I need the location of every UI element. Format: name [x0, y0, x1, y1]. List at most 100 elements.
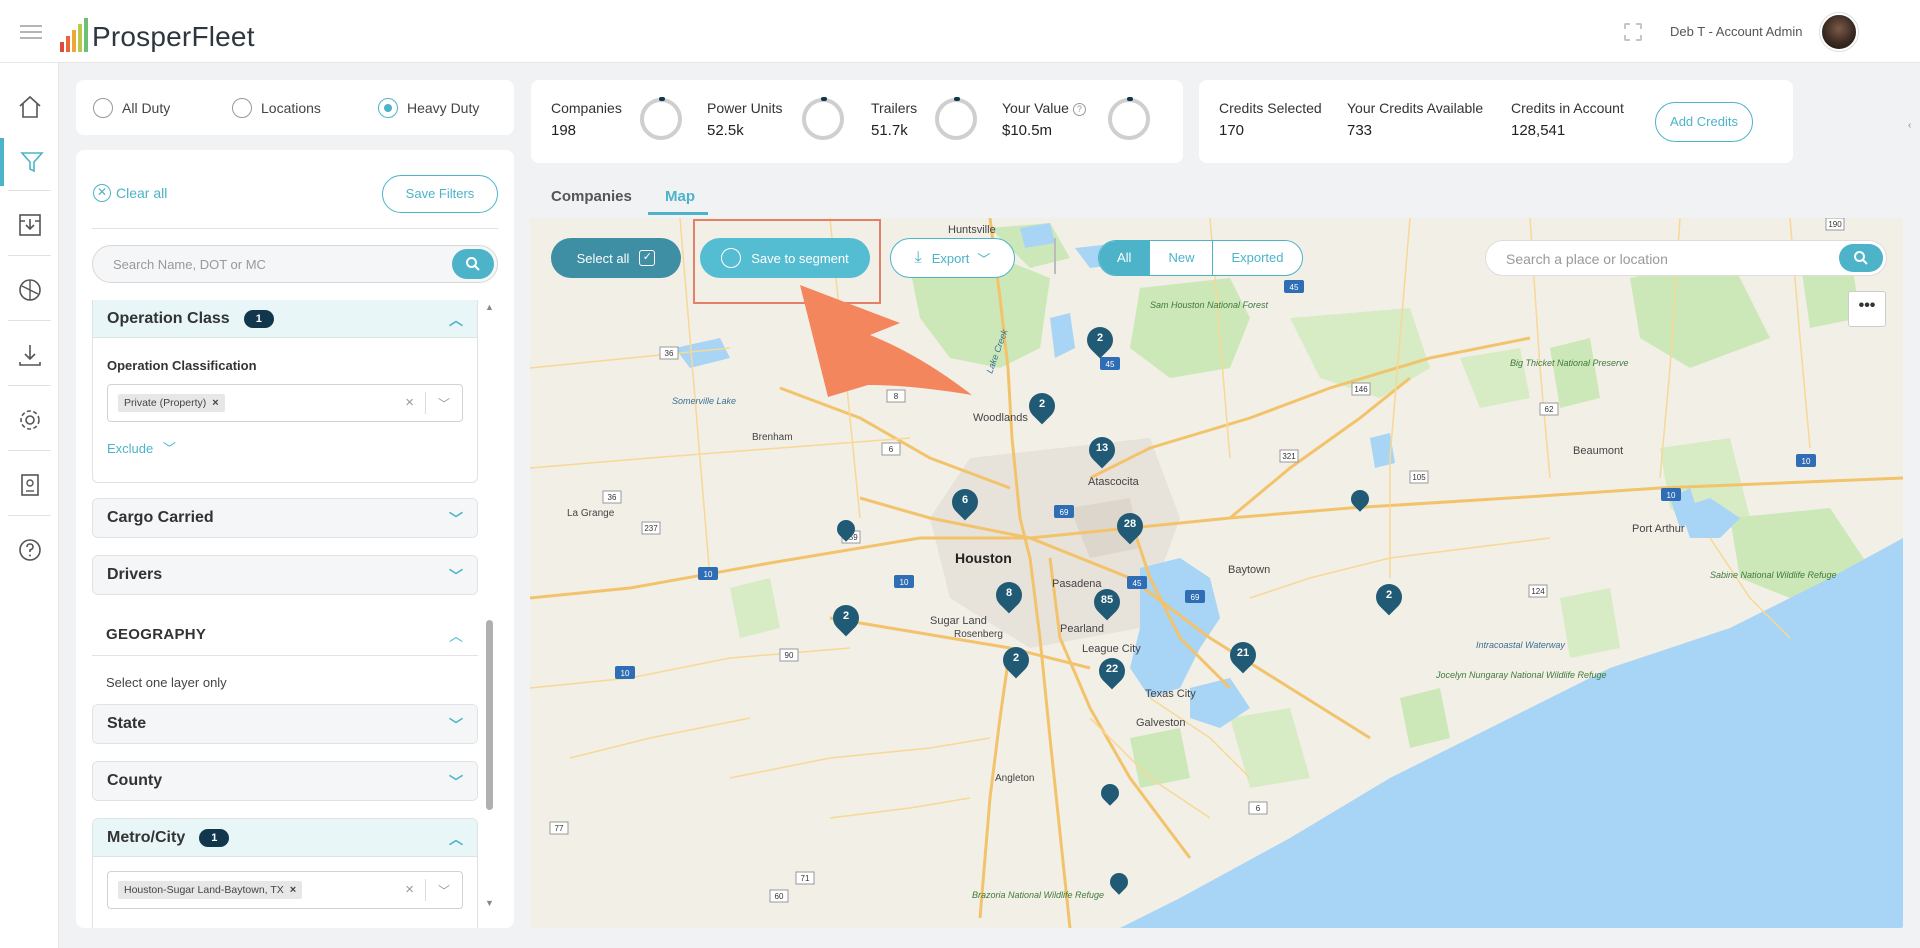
- geography-title[interactable]: GEOGRAPHY: [106, 626, 206, 643]
- map-marker[interactable]: 2: [827, 599, 865, 637]
- map-marker[interactable]: [1347, 486, 1373, 512]
- highway-shield-label: 10: [900, 578, 909, 587]
- map-base: Huntsville Woodlands Atascocita Baytown …: [530, 218, 1903, 928]
- map-marker[interactable]: 2: [1081, 321, 1119, 359]
- menu-toggle-icon[interactable]: [20, 25, 42, 39]
- clear-icon[interactable]: ×: [405, 394, 414, 411]
- radio-heavy-duty[interactable]: Heavy Duty: [378, 98, 479, 118]
- map-marker[interactable]: 8: [990, 576, 1028, 614]
- map-marker[interactable]: 21: [1224, 636, 1262, 674]
- drivers-header[interactable]: Drivers ﹀: [93, 556, 477, 594]
- map-marker[interactable]: 6: [946, 483, 984, 521]
- top-bar: ProsperFleet Deb T - Account Admin: [0, 0, 1920, 63]
- map-marker[interactable]: 2: [1370, 578, 1408, 616]
- chevron-up-icon[interactable]: ︿: [449, 626, 463, 646]
- import-icon[interactable]: [0, 203, 59, 247]
- chevron-down-icon[interactable]: ﹀: [438, 882, 450, 899]
- scroll-down-arrow-icon[interactable]: ▼: [485, 898, 494, 908]
- home-icon[interactable]: [0, 85, 59, 129]
- selected-chip: Private (Property) ×: [118, 394, 225, 412]
- add-credits-button[interactable]: Add Credits: [1655, 102, 1753, 142]
- stat-label: Credits Selected: [1219, 100, 1322, 116]
- map-canvas[interactable]: Huntsville Woodlands Atascocita Baytown …: [530, 218, 1903, 928]
- tab-companies[interactable]: Companies: [551, 188, 632, 205]
- county-section[interactable]: County ﹀: [92, 761, 478, 801]
- clipboard-icon[interactable]: [0, 463, 59, 507]
- operation-classification-select[interactable]: Private (Property) × × ﹀: [107, 384, 463, 422]
- logo[interactable]: ProsperFleet: [60, 16, 255, 52]
- avatar[interactable]: [1820, 13, 1858, 51]
- highway-shield-label: 10: [704, 570, 713, 579]
- cargo-carried-header[interactable]: Cargo Carried ﹀: [93, 499, 477, 537]
- search-icon[interactable]: [1839, 244, 1883, 272]
- export-button[interactable]: ⤓ Export ﹀: [890, 238, 1015, 278]
- map-marker[interactable]: 22: [1093, 652, 1131, 690]
- state-header[interactable]: State ﹀: [93, 705, 477, 743]
- map-marker[interactable]: 28: [1111, 507, 1149, 545]
- clear-icon[interactable]: ×: [405, 881, 414, 898]
- location-search-placeholder: Search a place or location: [1506, 251, 1668, 267]
- highway-shield: 10: [698, 567, 718, 580]
- scroll-up-arrow-icon[interactable]: ▲: [485, 302, 494, 312]
- segment-exported[interactable]: Exported: [1213, 241, 1301, 275]
- map-marker[interactable]: [1097, 780, 1123, 806]
- section-title: County: [107, 772, 163, 789]
- section-title: State: [107, 715, 147, 732]
- more-options-button[interactable]: •••: [1848, 291, 1886, 327]
- state-section[interactable]: State ﹀: [92, 704, 478, 744]
- map-label-brazoria: Brazoria National Wildlife Refuge: [972, 890, 1104, 900]
- map-label-rosenberg: Rosenberg: [954, 629, 1003, 640]
- search-placeholder: Search Name, DOT or MC: [113, 257, 266, 272]
- scrollbar-thumb[interactable]: [486, 620, 493, 810]
- map-marker[interactable]: 2: [997, 641, 1035, 679]
- select-all-button[interactable]: Select all ✓: [551, 238, 681, 278]
- save-filters-button[interactable]: Save Filters: [382, 175, 498, 213]
- clear-all-button[interactable]: ✕ Clear all: [93, 184, 167, 202]
- highway-shield-label: 90: [785, 651, 794, 660]
- segment-new[interactable]: New: [1150, 241, 1214, 275]
- segment-all[interactable]: All: [1099, 241, 1151, 275]
- location-search-input[interactable]: Search a place or location: [1485, 240, 1887, 276]
- drivers-section[interactable]: Drivers ﹀: [92, 555, 478, 595]
- chip-remove-icon[interactable]: ×: [212, 397, 218, 409]
- operation-class-header[interactable]: Operation Class 1 ︿: [93, 300, 477, 338]
- user-name[interactable]: Deb T - Account Admin: [1670, 24, 1802, 39]
- search-name-input[interactable]: Search Name, DOT or MC: [92, 245, 498, 283]
- chip-remove-icon[interactable]: ×: [290, 884, 296, 896]
- chevron-down-icon: ﹀: [449, 568, 463, 584]
- map-label-sam-houston-forest: Sam Houston National Forest: [1150, 300, 1269, 310]
- help-icon[interactable]: [0, 528, 59, 572]
- chevron-down-icon: ﹀: [162, 441, 176, 456]
- cargo-carried-section[interactable]: Cargo Carried ﹀: [92, 498, 478, 538]
- fullscreen-icon[interactable]: [1624, 23, 1642, 41]
- operation-class-section: Operation Class 1 ︿ Operation Classifica…: [92, 300, 478, 483]
- county-header[interactable]: County ﹀: [93, 762, 477, 800]
- exclude-toggle[interactable]: Exclude ﹀: [107, 438, 176, 457]
- segment-icon[interactable]: [0, 268, 59, 312]
- stat-label: Power Units: [707, 100, 783, 116]
- map-marker[interactable]: [1106, 869, 1132, 895]
- highway-shield-label: 69: [1191, 593, 1200, 602]
- search-icon[interactable]: [452, 249, 494, 279]
- tab-map[interactable]: Map: [665, 188, 695, 205]
- help-icon[interactable]: ?: [1072, 102, 1086, 116]
- radio-locations[interactable]: Locations: [232, 98, 321, 118]
- collapse-icon[interactable]: ‹: [1908, 120, 1911, 131]
- map-marker[interactable]: 2: [1023, 387, 1061, 425]
- chevron-down-icon[interactable]: ﹀: [438, 395, 450, 412]
- stat-label: Credits in Account: [1511, 100, 1624, 116]
- settings-icon[interactable]: [0, 398, 59, 442]
- map-marker[interactable]: [833, 516, 859, 542]
- map-marker[interactable]: 85: [1088, 583, 1126, 621]
- filter-icon[interactable]: [0, 138, 59, 186]
- map-label-la-grange: La Grange: [567, 508, 615, 519]
- highway-shield: 124: [1528, 584, 1548, 598]
- metro-city-select[interactable]: Houston-Sugar Land-Baytown, TX × × ﹀: [107, 871, 463, 909]
- marker-count: 85: [1100, 594, 1114, 606]
- metro-city-header[interactable]: Metro/City 1 ︿: [93, 819, 477, 857]
- highway-shield: 146: [1351, 382, 1371, 396]
- radio-all-duty[interactable]: All Duty: [93, 98, 170, 118]
- stat-value: 52.5k: [707, 122, 744, 139]
- download-icon[interactable]: [0, 333, 59, 377]
- map-marker[interactable]: 13: [1083, 431, 1121, 469]
